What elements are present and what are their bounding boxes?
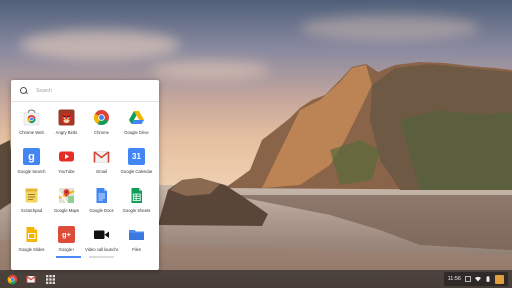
app-label: Chrome Web xyxy=(19,130,44,135)
notification-icon xyxy=(465,276,471,282)
launcher-icon xyxy=(45,274,55,284)
clock: 11:56 xyxy=(447,276,461,282)
google-drive-icon xyxy=(128,109,145,126)
google-plus-icon: g+ xyxy=(58,226,75,243)
app-label: Google Slides xyxy=(18,247,45,252)
app-google-search[interactable]: g Google Search xyxy=(15,147,48,186)
app-files[interactable]: Files xyxy=(120,225,153,264)
app-google-drive[interactable]: Google Drive xyxy=(120,108,153,147)
app-label: Gmail xyxy=(96,169,107,174)
calendar-glyph: 31 xyxy=(132,152,141,161)
video-call-icon xyxy=(93,226,110,243)
google-sheets-icon xyxy=(128,187,145,204)
app-scratchpad[interactable]: Scratchpad xyxy=(15,186,48,225)
status-tray[interactable]: 11:56 xyxy=(443,272,508,286)
chrome-icon xyxy=(7,274,17,284)
chrome-web-store-icon xyxy=(23,109,40,126)
app-launcher: Chrome Web Angry Birds xyxy=(11,80,159,270)
google-slides-icon xyxy=(23,226,40,243)
app-label: Google Maps xyxy=(54,208,79,213)
youtube-icon xyxy=(58,148,75,165)
app-label: Files xyxy=(132,247,141,252)
app-label: Google Drive xyxy=(124,130,149,135)
avatar[interactable] xyxy=(495,274,504,284)
files-icon xyxy=(128,226,145,243)
chrome-icon xyxy=(93,109,110,126)
app-label: Google Calendar xyxy=(120,169,153,174)
google-calendar-icon: 31 xyxy=(128,148,145,165)
app-chrome[interactable]: Chrome xyxy=(85,108,118,147)
shelf-gmail[interactable] xyxy=(25,273,37,285)
app-label: Google+ xyxy=(58,247,75,252)
gmail-icon xyxy=(26,275,36,283)
google-docs-icon xyxy=(93,187,110,204)
app-gmail[interactable]: Gmail xyxy=(85,147,118,186)
shelf-chrome[interactable] xyxy=(6,273,18,285)
battery-icon xyxy=(486,276,490,282)
app-chrome-web-store[interactable]: Chrome Web xyxy=(15,108,48,147)
app-label: Google Search xyxy=(17,169,46,174)
search-bar[interactable] xyxy=(11,80,159,102)
app-google-docs[interactable]: Google Docs xyxy=(85,186,118,225)
scratchpad-icon xyxy=(23,187,40,204)
app-youtube[interactable]: YouTube xyxy=(50,147,83,186)
google-maps-icon xyxy=(58,187,75,204)
app-label: Scratchpad xyxy=(20,208,43,213)
app-label: YouTube xyxy=(58,169,75,174)
wifi-icon xyxy=(475,276,481,282)
angry-birds-icon xyxy=(58,109,75,126)
app-grid: Chrome Web Angry Birds Chrome Google Dri… xyxy=(15,108,155,264)
page-indicator xyxy=(11,256,159,258)
page-dot-1[interactable] xyxy=(56,256,81,258)
app-google-maps[interactable]: Google Maps xyxy=(50,186,83,225)
app-google-calendar[interactable]: 31 Google Calendar xyxy=(120,147,153,186)
app-label: Google Docs xyxy=(89,208,114,213)
app-label: Google Sheets xyxy=(122,208,151,213)
app-google-sheets[interactable]: Google Sheets xyxy=(120,186,153,225)
page-dot-2[interactable] xyxy=(89,256,114,258)
app-label: Video call launcher xyxy=(85,247,118,252)
shelf-launcher[interactable] xyxy=(44,273,56,285)
google-glyph: g xyxy=(28,150,35,163)
shelf: 11:56 xyxy=(0,270,512,288)
gplus-glyph: g+ xyxy=(62,230,71,239)
app-label: Angry Birds xyxy=(55,130,78,135)
app-google-slides[interactable]: Google Slides xyxy=(15,225,48,264)
app-label: Chrome xyxy=(94,130,109,135)
app-video-call-launcher[interactable]: Video call launcher xyxy=(85,225,118,264)
gmail-icon xyxy=(93,148,110,165)
app-angry-birds[interactable]: Angry Birds xyxy=(50,108,83,147)
google-search-icon: g xyxy=(23,148,40,165)
search-input[interactable] xyxy=(36,87,146,94)
search-icon xyxy=(20,86,28,95)
app-google-plus[interactable]: g+ Google+ xyxy=(50,225,83,264)
